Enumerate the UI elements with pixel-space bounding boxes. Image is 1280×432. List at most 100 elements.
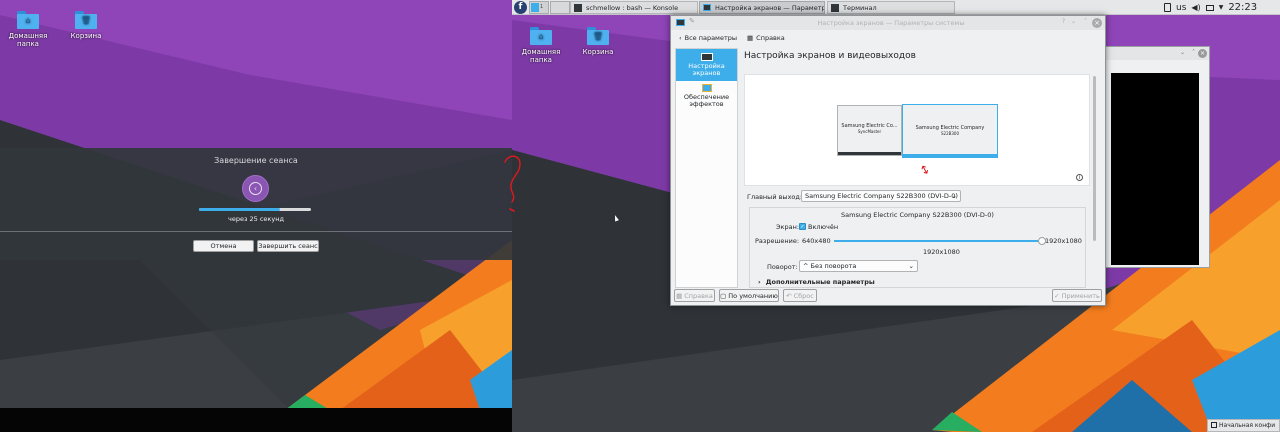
window-title: Настройка экранов — Параметры системы (817, 19, 965, 27)
expand-tray-icon[interactable]: ▼ (1219, 4, 1224, 11)
terminal-icon (831, 3, 839, 12)
defaults-button[interactable]: ▢ По умолчанию (719, 289, 779, 302)
task-konsole[interactable]: schmellow : bash — Konsole (570, 1, 698, 14)
close-icon[interactable]: × (1198, 49, 1207, 58)
right-screen: f 1 schmellow : bash — Konsole Настройка… (512, 0, 1280, 432)
enabled-label: Включён (808, 223, 839, 231)
resolution-max: 1920x1080 (1045, 237, 1082, 245)
logout-title: Завершение сеанса (214, 156, 298, 165)
rotation-icon: ^ (803, 262, 809, 270)
monitor-icon (700, 53, 713, 61)
back-arrow-icon: ‹ (249, 182, 262, 195)
notification-label: Начальная конфи (1219, 422, 1276, 429)
terminal-body[interactable] (1111, 73, 1199, 265)
page-title: Настройка экранов и видеовыходов (744, 51, 916, 61)
desktop-icon-home[interactable]: ⌂ Домашняя папка (2, 11, 54, 48)
defaults-label: По умолчанию (728, 291, 778, 300)
apply-button[interactable]: ✓ Применить (1052, 289, 1102, 302)
pager[interactable]: 1 (529, 1, 549, 14)
advanced-label: Дополнительные параметры (765, 278, 875, 286)
reset-button[interactable]: ↶ Сброс (783, 289, 817, 302)
clipboard-icon[interactable] (1164, 3, 1171, 12)
screen-label: Экран: (776, 223, 800, 231)
tray: us ◀) ▼ 22:23 (1164, 1, 1280, 14)
pin-icon[interactable]: ✎ (689, 17, 695, 25)
pager-desktop-2[interactable] (550, 1, 570, 14)
settings-titlebar[interactable]: ✎ Настройка экранов — Параметры системы … (671, 16, 1105, 30)
task-display-settings[interactable]: Настройка экранов — Параметры системы (699, 1, 825, 14)
rotation-select[interactable]: ^ Без поворота ⌄ (799, 260, 918, 272)
clock[interactable]: 22:23 (1228, 2, 1257, 13)
monitor-arrangement[interactable]: Samsung Electric Co... SyncMaster Samsun… (744, 74, 1090, 186)
close-icon[interactable]: × (1092, 18, 1102, 28)
monitor-left[interactable]: Samsung Electric Co... SyncMaster (837, 105, 902, 156)
help-label: Справка (756, 34, 785, 42)
back-button[interactable]: ‹ Все параметры (679, 34, 737, 42)
back-label: Все параметры (684, 34, 737, 42)
check-icon: ✓ (1054, 291, 1060, 300)
enabled-checkbox[interactable]: ✓ (799, 223, 806, 230)
notification-icon (1211, 422, 1217, 428)
terminal-icon (574, 3, 582, 12)
chevron-left-icon: ‹ (679, 34, 682, 42)
display-icon[interactable] (1205, 4, 1214, 11)
desktop-icon-trash[interactable]: 🗑 Корзина (60, 11, 112, 40)
monitor-right[interactable]: Samsung Electric Company S22B300 (902, 104, 998, 158)
logout-avatar[interactable]: ‹ (242, 175, 269, 202)
terminal-window[interactable]: ⌄ ˄ × (1105, 46, 1210, 268)
volume-icon[interactable]: ◀) (1191, 3, 1200, 12)
rotation-label: Поворот: (767, 263, 798, 271)
sidebar-item-label: Обеспечение эффектов (683, 93, 730, 108)
desktop-icon-label: Домашняя папка (521, 48, 561, 64)
keyboard-layout[interactable]: us (1176, 3, 1186, 13)
chevron-right-icon: › (758, 278, 761, 286)
desktop-icon-label: Корзина (70, 32, 102, 40)
help-book-icon: ▦ (747, 34, 754, 42)
resolution-min: 640x480 (802, 237, 831, 245)
pager-desktop[interactable] (531, 3, 539, 12)
task-terminal[interactable]: Терминал (827, 1, 955, 14)
reset-icon: ↶ (786, 291, 792, 300)
desktop-icon-label: Корзина (582, 48, 614, 56)
advanced-toggle[interactable]: › Дополнительные параметры (758, 278, 875, 286)
desktop-icon-trash[interactable]: 🗑 Корзина (572, 27, 624, 56)
resolution-current: 1920x1080 (923, 248, 960, 256)
chevron-down-icon: ⌄ (908, 262, 914, 270)
home-folder-icon: ⌂ (530, 27, 552, 45)
end-session-button[interactable]: Завершить сеанс (257, 240, 319, 252)
cancel-button[interactable]: Отмена (193, 240, 254, 252)
sidebar-item-display[interactable]: Настройка экранов (676, 49, 737, 81)
logout-countdown: через 25 секунд (228, 215, 284, 223)
desktop-icon-home[interactable]: ⌂ Домашняя папка (515, 27, 567, 64)
output-title: Samsung Electric Company S22B300 (DVI-D-… (841, 211, 994, 219)
monitor-sub: SyncMaster (857, 129, 882, 134)
pager-desktop-label: 1 (540, 4, 544, 10)
output-panel: Samsung Electric Company S22B300 (DVI-D-… (749, 207, 1086, 288)
scrollbar[interactable] (1093, 76, 1096, 241)
sidebar: Настройка экранов Обеспечение эффектов (675, 48, 738, 288)
desktop-icon-label: Домашняя папка (8, 32, 48, 48)
minimize-icon[interactable]: ⌄ (1071, 18, 1076, 25)
task-label: schmellow : bash — Konsole (586, 3, 679, 12)
chevron-down-icon[interactable]: ⌄ (1180, 49, 1185, 56)
question-mark-annotation (504, 155, 521, 212)
help-icon[interactable]: ? (1062, 18, 1065, 25)
terminal-titlebar[interactable]: ⌄ ˄ × (1106, 47, 1209, 60)
info-icon[interactable]: i (1076, 174, 1083, 181)
primary-output-value: Samsung Electric Company S22B300 (DVI-D-… (805, 192, 958, 200)
primary-output-label: Главный выход: (747, 193, 803, 201)
sidebar-item-effects[interactable]: Обеспечение эффектов (676, 83, 737, 113)
resolution-slider[interactable] (834, 237, 1046, 245)
notification-popup[interactable]: Начальная конфи (1207, 419, 1280, 432)
maximize-icon[interactable]: ˄ (1084, 18, 1087, 25)
app-launcher-icon[interactable]: f (514, 1, 527, 14)
maximize-icon[interactable]: ˄ (1192, 49, 1195, 56)
primary-output-select[interactable]: Samsung Electric Company S22B300 (DVI-D-… (801, 190, 961, 202)
display-settings-icon (676, 19, 685, 26)
help-button[interactable]: ▦ Справка (747, 34, 785, 42)
footer-help-button[interactable]: ▦ Справка (674, 289, 715, 302)
apply-label: Применить (1061, 291, 1100, 300)
resize-arrow-icon: ↕ (917, 161, 933, 179)
resolution-label: Разрешение: (755, 237, 800, 245)
trash-icon: 🗑 (75, 11, 97, 29)
